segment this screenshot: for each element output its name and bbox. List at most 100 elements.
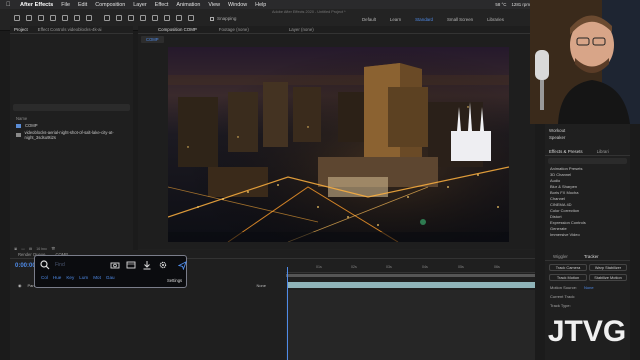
night-city-footage xyxy=(168,47,509,242)
temperature-readout[interactable]: 58 °C xyxy=(495,2,506,7)
effect-category[interactable]: Channel xyxy=(550,196,565,201)
puppet-tool-icon[interactable] xyxy=(188,15,194,21)
zoom-tool-icon[interactable] xyxy=(50,15,56,21)
ruler-tick: 04s xyxy=(422,265,428,269)
tab-libraries[interactable]: Librari xyxy=(597,149,609,154)
menu-composition[interactable]: Composition xyxy=(95,2,125,8)
warp-stabilizer-button[interactable]: Warp Stabilizer xyxy=(589,264,627,271)
workspace-libraries[interactable]: Libraries xyxy=(487,17,504,22)
workspace-learn[interactable]: Learn xyxy=(390,17,401,22)
shortcut-item[interactable]: Col xyxy=(41,275,48,280)
project-item-label: COMP xyxy=(25,123,38,128)
menu-effect[interactable]: Effect xyxy=(155,2,169,8)
gear-icon[interactable] xyxy=(158,260,168,270)
tab-effects-presets[interactable]: Effects & Presets xyxy=(549,149,583,154)
menu-file[interactable]: File xyxy=(61,2,70,8)
film-icon[interactable] xyxy=(126,260,136,270)
brush-tool-icon[interactable] xyxy=(140,15,146,21)
effect-category[interactable]: Immersive Video xyxy=(550,232,580,237)
rotate-tool-icon[interactable] xyxy=(62,15,68,21)
pan-behind-tool-icon[interactable] xyxy=(86,15,92,21)
effect-category[interactable]: Generate xyxy=(550,226,567,231)
type-tool-icon[interactable] xyxy=(128,15,134,21)
project-search-input[interactable] xyxy=(13,104,130,111)
motion-source-label: Motion Source: xyxy=(550,285,577,290)
menu-help[interactable]: Help xyxy=(255,2,266,8)
rectangle-tool-icon[interactable] xyxy=(104,15,110,21)
hand-tool-icon[interactable] xyxy=(38,15,44,21)
shortcut-item[interactable]: Hue xyxy=(53,275,61,280)
motion-source-select[interactable]: None xyxy=(584,285,594,290)
effect-category[interactable]: 3D Channel xyxy=(550,172,571,177)
time-ruler[interactable]: 01s 02s 03s 04s 05s 06s xyxy=(286,265,535,273)
tab-project[interactable]: Project xyxy=(14,27,28,32)
name-column-header[interactable]: Name xyxy=(16,116,27,121)
camera-tool-icon[interactable] xyxy=(74,15,80,21)
stabilize-motion-button[interactable]: Stabilize Motion xyxy=(589,274,627,281)
presenter-image xyxy=(530,0,640,124)
ruler-tick: 02s xyxy=(351,265,357,269)
tab-tracker[interactable]: Tracker xyxy=(584,254,599,259)
shortcut-item[interactable]: Mot xyxy=(93,275,101,280)
apple-icon[interactable]:  xyxy=(6,2,12,8)
menu-animation[interactable]: Animation xyxy=(176,2,200,8)
roto-tool-icon[interactable] xyxy=(176,15,182,21)
effect-category[interactable]: Expression Controls xyxy=(550,220,586,225)
shortcut-item[interactable]: Lum xyxy=(79,275,88,280)
shortcut-item[interactable]: Key xyxy=(66,275,74,280)
workspace-small-screen[interactable]: Small Screen xyxy=(447,17,473,22)
home-icon[interactable] xyxy=(14,15,20,21)
overlay-search-input[interactable]: Find xyxy=(55,262,65,268)
effect-category[interactable]: Audio xyxy=(550,178,560,183)
clone-tool-icon[interactable] xyxy=(152,15,158,21)
tab-composition[interactable]: Composition COMP xyxy=(158,27,197,32)
effect-category[interactable]: CINEMA 4D xyxy=(550,202,572,207)
parent-select[interactable]: None xyxy=(256,283,266,288)
menu-view[interactable]: View xyxy=(208,2,220,8)
right-panels: Workout Speaker Effects & Presets Librar… xyxy=(545,124,630,248)
pen-tool-icon[interactable] xyxy=(116,15,122,21)
quick-search-overlay: Find Col Hue Key Lum Mot Gau Settings xyxy=(34,255,187,288)
eraser-tool-icon[interactable] xyxy=(164,15,170,21)
snapping-checkbox[interactable] xyxy=(210,16,214,21)
app-menu[interactable]: After Effects xyxy=(20,2,53,8)
track-motion-button[interactable]: Track Motion xyxy=(549,274,587,281)
tab-layer[interactable]: Layer (none) xyxy=(289,27,314,32)
comp-breadcrumb[interactable]: COMP xyxy=(141,36,164,43)
snapping-toggle[interactable]: Snapping xyxy=(210,16,236,21)
speaker-select[interactable]: Speaker xyxy=(549,135,565,140)
tab-effect-controls[interactable]: Effect Controls videoblocks-4k-ai xyxy=(38,27,102,32)
menu-window[interactable]: Window xyxy=(228,2,247,8)
menu-layer[interactable]: Layer xyxy=(133,2,147,8)
workspace-standard[interactable]: Standard xyxy=(415,17,433,22)
tab-wiggler[interactable]: Wiggler xyxy=(553,254,568,259)
effect-category[interactable]: Color Correction xyxy=(550,208,579,213)
window-title: Adobe After Effects 2020 - Untitled Proj… xyxy=(272,10,346,14)
effect-category[interactable]: Boris FX Mocha xyxy=(550,190,578,195)
shortcut-item[interactable]: Gau xyxy=(106,275,115,280)
snapping-label: Snapping xyxy=(217,16,237,21)
effect-category[interactable]: Blur & Sharpen xyxy=(550,184,577,189)
menu-edit[interactable]: Edit xyxy=(78,2,87,8)
send-icon[interactable] xyxy=(178,261,187,270)
workspace-default[interactable]: Default xyxy=(362,17,376,22)
playhead[interactable] xyxy=(287,267,288,360)
timeline-empty-area[interactable] xyxy=(286,290,535,360)
download-icon[interactable] xyxy=(142,260,152,270)
layer-duration-bar[interactable] xyxy=(288,282,535,288)
effect-category[interactable]: Distort xyxy=(550,214,562,219)
fan-readout[interactable]: 1281 rpm xyxy=(511,2,530,7)
search-icon[interactable] xyxy=(40,260,50,270)
composition-viewer[interactable] xyxy=(168,47,509,242)
selection-tool-icon[interactable] xyxy=(26,15,32,21)
project-item[interactable]: COMP xyxy=(16,123,38,128)
tab-footage[interactable]: Footage (none) xyxy=(219,27,249,32)
project-item[interactable]: videoblocks-aerial-night-shot-of-salt-la… xyxy=(16,130,133,140)
camera-icon[interactable] xyxy=(110,260,120,270)
visibility-icon[interactable]: ◉ xyxy=(18,283,22,288)
effects-search-input[interactable] xyxy=(548,158,627,164)
effect-category[interactable]: Animation Presets xyxy=(550,166,582,171)
track-camera-button[interactable]: Track Camera xyxy=(549,264,587,271)
work-area-bar[interactable] xyxy=(286,274,535,277)
status-area: 58 °C 1281 rpm xyxy=(495,0,530,9)
